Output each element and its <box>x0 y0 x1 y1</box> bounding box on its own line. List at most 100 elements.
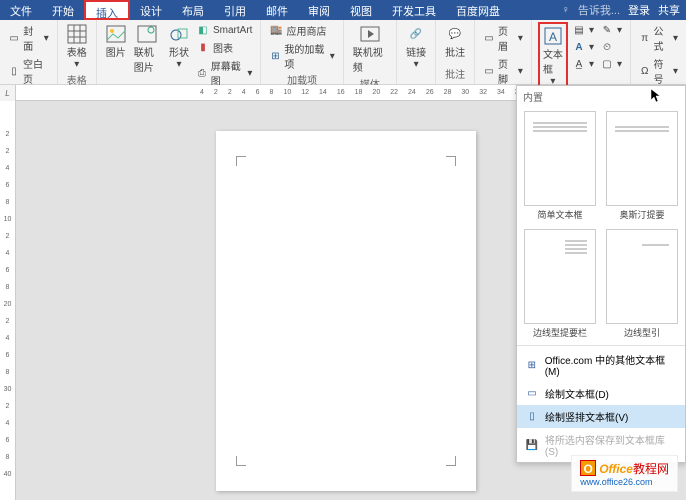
group-comments-label: 批注 <box>442 66 468 82</box>
online-video-button[interactable]: 联机视频 <box>350 22 390 76</box>
tab-layout[interactable]: 布局 <box>172 0 214 20</box>
blank-page-button[interactable]: ▯空白页 <box>6 55 51 87</box>
share-button[interactable]: 共享 <box>658 2 680 18</box>
tell-me-text[interactable]: 告诉我... <box>578 2 620 18</box>
smartart-button[interactable]: ◧SmartArt <box>194 22 254 38</box>
drop-cap-button[interactable]: A̲▾ <box>570 56 596 72</box>
blank-page-icon: ▯ <box>8 64 20 78</box>
tab-review[interactable]: 审阅 <box>298 0 340 20</box>
group-pages: ▭封面 ▾ ▯空白页 ⎘分页 页面 <box>0 20 58 84</box>
group-illustrations: 图片 联机图片 形状▾ ◧SmartArt ▮图表 ⎙屏幕截图 ▾ 插图 <box>97 20 262 84</box>
tell-me-icon: ♀ <box>562 4 570 16</box>
my-addins-button[interactable]: ⊞我的加载项 ▾ <box>267 40 336 72</box>
crop-mark <box>236 156 246 166</box>
chart-icon: ▮ <box>196 41 210 55</box>
draw-textbox-icon: ▭ <box>525 387 539 401</box>
cover-page-icon: ▭ <box>8 31 20 45</box>
tab-baidu[interactable]: 百度网盘 <box>446 0 510 20</box>
group-symbols: π公式 ▾ Ω符号 ▾ #编号 <box>631 20 686 84</box>
addins-icon: ⊞ <box>269 49 281 63</box>
equation-button[interactable]: π公式 ▾ <box>637 22 680 54</box>
tab-references[interactable]: 引用 <box>214 0 256 20</box>
screenshot-icon: ⎙ <box>196 66 208 80</box>
pictures-button[interactable]: 图片 <box>103 22 129 61</box>
page[interactable] <box>216 131 476 491</box>
tab-insert[interactable]: 插入 <box>84 0 130 20</box>
cover-page-button[interactable]: ▭封面 ▾ <box>6 22 51 54</box>
wordart-icon: A <box>572 40 586 54</box>
draw-vertical-icon: ▯ <box>525 410 539 424</box>
online-pictures-icon <box>137 24 157 44</box>
svg-text:A: A <box>549 30 557 44</box>
draw-vertical-textbox[interactable]: ▯绘制竖排文本框(V) <box>517 405 685 428</box>
textbox-button[interactable]: A文本框▾ <box>538 22 568 91</box>
tab-design[interactable]: 设计 <box>130 0 172 20</box>
ruler-corner[interactable]: L <box>0 85 16 101</box>
object-button[interactable]: ▢▾ <box>598 56 624 72</box>
links-button[interactable]: 🔗链接▾ <box>403 22 429 72</box>
tab-home[interactable]: 开始 <box>42 0 84 20</box>
chart-button[interactable]: ▮图表 <box>194 39 254 56</box>
footer-icon: ▭ <box>483 64 495 78</box>
crop-mark <box>446 156 456 166</box>
signature-button[interactable]: ✎▾ <box>598 22 624 38</box>
table-button[interactable]: 表格▾ <box>64 22 90 72</box>
footer-button[interactable]: ▭页脚 ▾ <box>481 55 525 87</box>
store-button[interactable]: 🏬应用商店 <box>267 22 336 39</box>
object-icon: ▢ <box>600 57 614 71</box>
textbox-option-sideline[interactable]: 边线型引 <box>603 229 681 339</box>
crop-mark <box>446 456 456 466</box>
draw-textbox[interactable]: ▭绘制文本框(D) <box>517 382 685 405</box>
drop-cap-icon: A̲ <box>572 57 586 71</box>
tab-mailings[interactable]: 邮件 <box>256 0 298 20</box>
symbol-button[interactable]: Ω符号 ▾ <box>637 55 680 87</box>
crop-mark <box>236 456 246 466</box>
group-tables: 表格▾ 表格 <box>58 20 97 84</box>
header-button[interactable]: ▭页眉 ▾ <box>481 22 525 54</box>
date-icon: ⏲ <box>600 40 614 54</box>
quick-parts-button[interactable]: ▤▾ <box>570 22 596 38</box>
comment-icon: 💬 <box>445 24 465 44</box>
tab-view[interactable]: 视图 <box>340 0 382 20</box>
watermark-logo: O <box>580 460 596 476</box>
group-text: A文本框▾ ▤▾ A▾ A̲▾ ✎▾ ⏲ ▢▾ <box>532 20 631 84</box>
signature-icon: ✎ <box>600 23 614 37</box>
watermark: OOffice教程网 www.office26.com <box>571 455 678 492</box>
group-comments: 💬批注 批注 <box>436 20 475 84</box>
comment-button[interactable]: 💬批注 <box>442 22 468 61</box>
textbox-dropdown: 内置 简单文本框 奥斯汀提要 边线型提要栏 边线型引 ⊞Office.com 中… <box>516 85 686 463</box>
equation-icon: π <box>639 31 651 45</box>
group-links-label <box>403 81 429 82</box>
shapes-button[interactable]: 形状▾ <box>166 22 192 72</box>
smartart-icon: ◧ <box>196 23 210 37</box>
pictures-icon <box>106 24 126 44</box>
table-icon <box>67 24 87 44</box>
cursor-icon <box>651 89 665 103</box>
save-icon: 💾 <box>525 438 539 452</box>
textbox-option-sidebar[interactable]: 边线型提要栏 <box>521 229 599 339</box>
store-icon: 🏬 <box>269 24 283 38</box>
textbox-icon: A <box>543 26 563 46</box>
shapes-icon <box>169 24 189 44</box>
login-link[interactable]: 登录 <box>628 2 650 18</box>
ribbon: ▭封面 ▾ ▯空白页 ⎘分页 页面 表格▾ 表格 图片 联机图片 形状▾ ◧Sm… <box>0 20 686 85</box>
more-office-textboxes[interactable]: ⊞Office.com 中的其他文本框(M) <box>517 348 685 382</box>
tab-developer[interactable]: 开发工具 <box>382 0 446 20</box>
symbol-icon: Ω <box>639 64 651 78</box>
header-icon: ▭ <box>483 31 495 45</box>
titlebar: 文件 开始 插入 设计 布局 引用 邮件 审阅 视图 开发工具 百度网盘 ♀ 告… <box>0 0 686 20</box>
group-addins: 🏬应用商店 ⊞我的加载项 ▾ 加载项 <box>261 20 343 84</box>
group-header-footer: ▭页眉 ▾ ▭页脚 ▾ #页码 ▾ 页眉和页脚 <box>475 20 532 84</box>
textbox-option-austin[interactable]: 奥斯汀提要 <box>603 111 681 221</box>
video-icon <box>360 24 380 44</box>
online-pictures-button[interactable]: 联机图片 <box>131 22 164 76</box>
ruler-vertical[interactable]: 2246810246820246830246840 <box>0 101 16 500</box>
group-links: 🔗链接▾ <box>397 20 436 84</box>
watermark-url: www.office26.com <box>580 477 669 487</box>
group-media: 联机视频 媒体 <box>344 20 397 84</box>
wordart-button[interactable]: A▾ <box>570 39 596 55</box>
date-time-button[interactable]: ⏲ <box>598 39 624 55</box>
textbox-option-simple[interactable]: 简单文本框 <box>521 111 599 221</box>
tab-file[interactable]: 文件 <box>0 0 42 20</box>
office-icon: ⊞ <box>525 358 539 372</box>
